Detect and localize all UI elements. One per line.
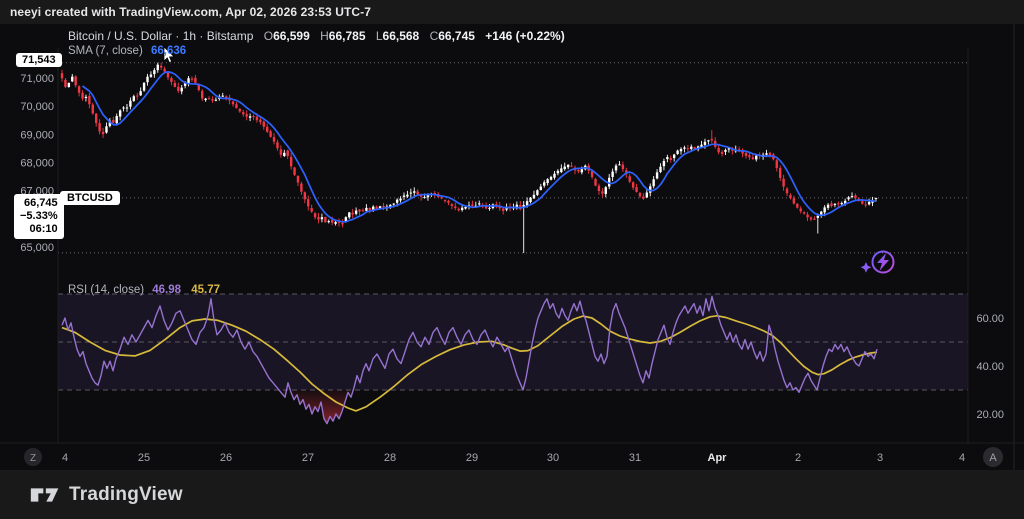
- autoscale-button[interactable]: A: [983, 447, 1003, 467]
- price-axis-label: 65,000: [20, 242, 54, 254]
- rsi-value: 46.98: [152, 284, 181, 296]
- rsi-axis-label: 60.00: [976, 313, 1004, 325]
- time-axis-label[interactable]: 2: [795, 452, 801, 464]
- rsi-label: RSI (14, close): [68, 284, 144, 296]
- symbol-price-line-badge: BTCUSD: [60, 191, 120, 205]
- change-value: +146 (+0.22%): [485, 29, 564, 43]
- open-value: 66,599: [273, 29, 310, 43]
- attribution-text: neeyi created with TradingView.com, Apr …: [10, 5, 371, 19]
- footer-bar: TradingView: [0, 470, 1024, 519]
- session-high-price-badge: 71,543: [16, 53, 62, 67]
- rsi-ma-value: 45.77: [191, 284, 220, 296]
- change-percent-value: −5.33%: [20, 210, 58, 223]
- tradingview-logo-icon: [30, 484, 60, 506]
- price-axis-label: 70,000: [20, 101, 54, 113]
- chart-background: [0, 24, 1024, 470]
- sma-indicator-legend[interactable]: SMA (7, close) 66,636: [68, 45, 186, 57]
- tradingview-logo[interactable]: TradingView: [30, 484, 183, 506]
- low-label: L: [376, 29, 383, 43]
- time-axis-label[interactable]: 4: [62, 452, 68, 464]
- low-value: 66,568: [383, 29, 420, 43]
- time-axis-label[interactable]: 31: [629, 452, 641, 464]
- rsi-indicator-legend[interactable]: RSI (14, close) 46.98 45.77: [68, 284, 220, 296]
- symbol-title: Bitcoin / U.S. Dollar · 1h · Bitstamp: [68, 29, 253, 43]
- symbol-legend[interactable]: Bitcoin / U.S. Dollar · 1h · Bitstamp O6…: [68, 29, 565, 43]
- time-axis-label[interactable]: 3: [877, 452, 883, 464]
- price-axis-label: 71,000: [20, 73, 54, 85]
- timezone-button[interactable]: Z: [24, 448, 42, 466]
- rsi-axis-label: 40.00: [976, 361, 1004, 373]
- svg-text:A: A: [989, 452, 997, 464]
- bar-countdown: 06:10: [20, 223, 58, 236]
- time-axis-label[interactable]: 30: [547, 452, 559, 464]
- sma-label: SMA (7, close): [68, 45, 143, 57]
- time-axis-label[interactable]: 29: [466, 452, 478, 464]
- tradingview-chart-widget: neeyi created with TradingView.com, Apr …: [0, 0, 1024, 519]
- open-label: O: [264, 29, 273, 43]
- chart-canvas[interactable]: 71,00070,00069,00068,00067,00065,00060.0…: [0, 24, 1024, 470]
- time-axis-label[interactable]: 25: [138, 452, 150, 464]
- time-axis-label[interactable]: 4: [959, 452, 965, 464]
- price-axis-label: 68,000: [20, 158, 54, 170]
- last-price-value: 66,745: [20, 197, 58, 210]
- time-axis-label[interactable]: 27: [302, 452, 314, 464]
- high-value: 66,785: [329, 29, 366, 43]
- brand-text: TradingView: [69, 484, 183, 506]
- time-axis-label[interactable]: Apr: [708, 452, 728, 464]
- last-price-badge: 66,745 −5.33% 06:10: [14, 194, 64, 239]
- rsi-axis-label: 20.00: [976, 409, 1004, 421]
- close-label: C: [430, 29, 439, 43]
- high-label: H: [320, 29, 329, 43]
- sma-value: 66,636: [151, 45, 186, 57]
- price-axis-label: 69,000: [20, 129, 54, 141]
- svg-text:Z: Z: [30, 453, 36, 464]
- close-value: 66,745: [438, 29, 475, 43]
- time-axis-label[interactable]: 28: [384, 452, 396, 464]
- attribution-bar: neeyi created with TradingView.com, Apr …: [0, 0, 1024, 24]
- time-axis-label[interactable]: 26: [220, 452, 232, 464]
